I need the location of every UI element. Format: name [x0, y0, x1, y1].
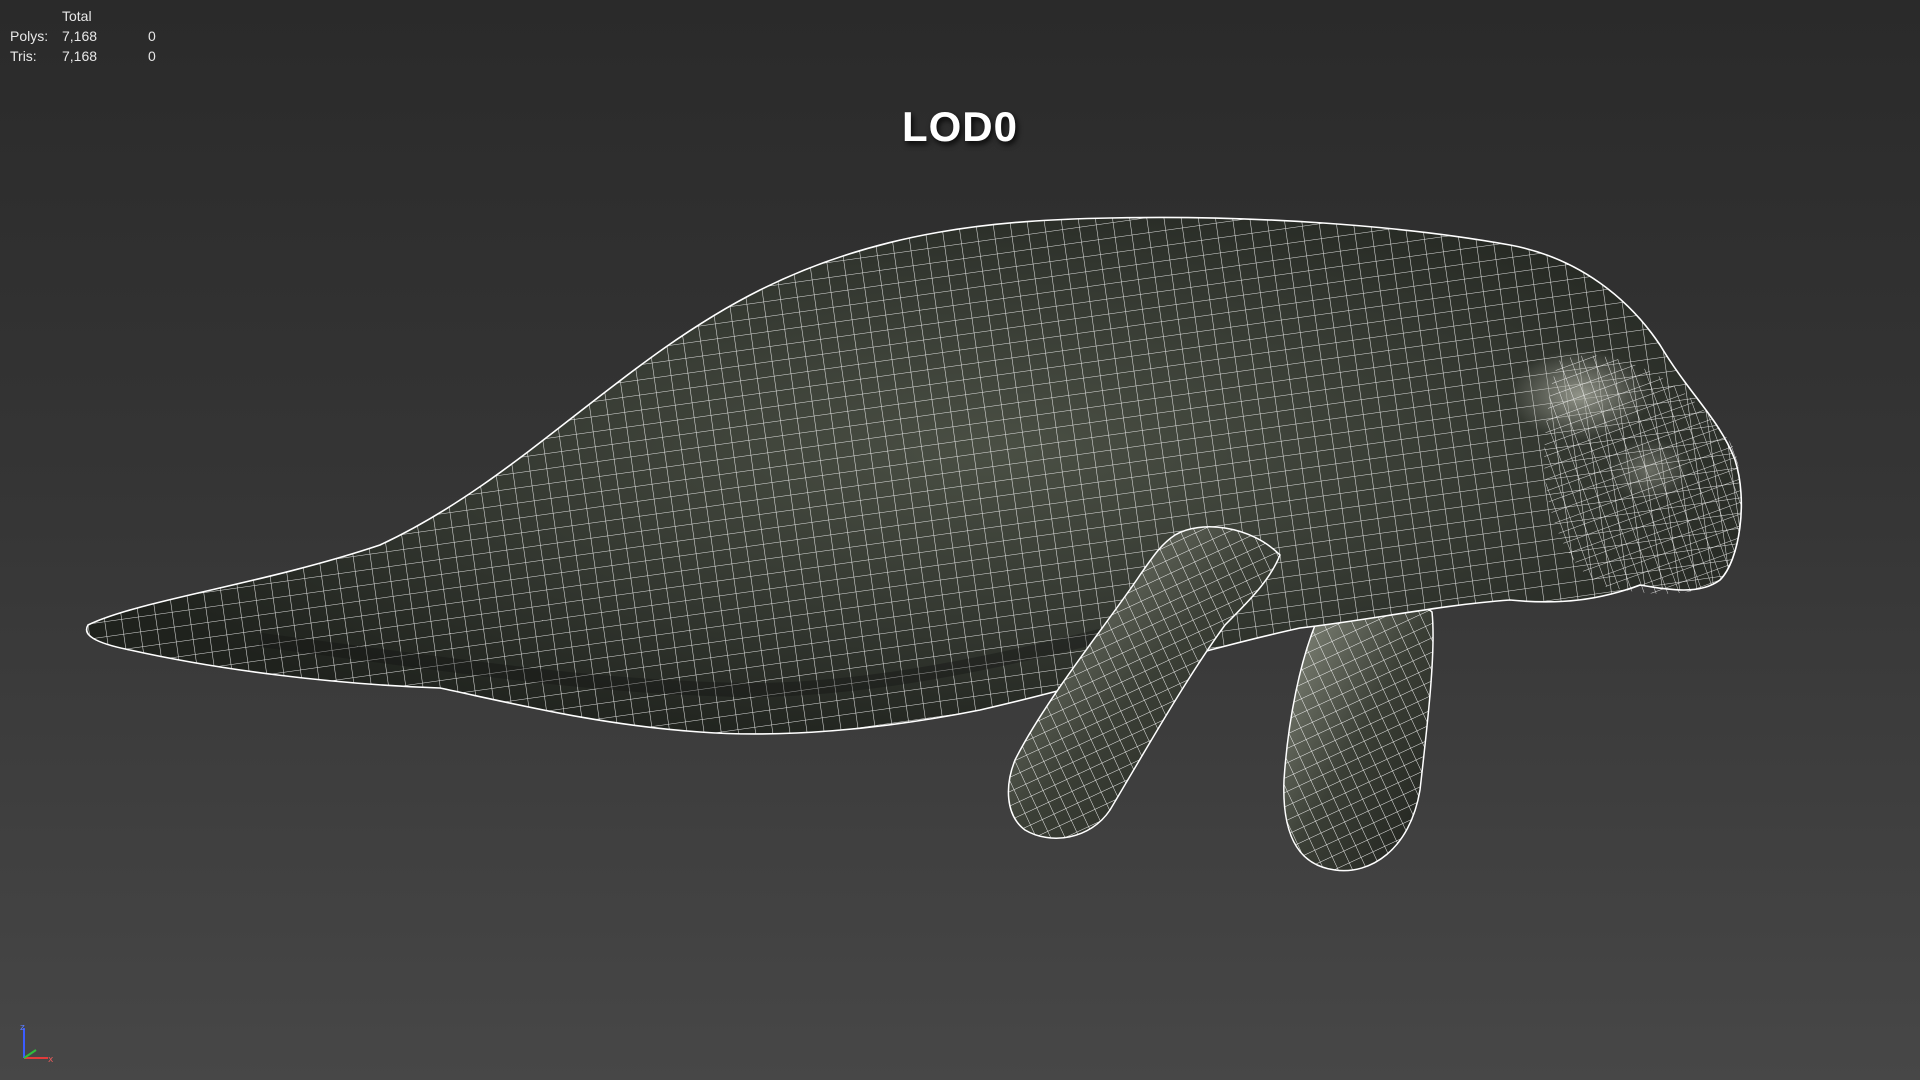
axis-x-label: x — [48, 1055, 54, 1064]
manatee-body — [85, 216, 1743, 735]
manatee-wireframe-icon[interactable] — [0, 0, 1920, 1080]
axis-gizmo-icon: z x — [20, 1023, 54, 1064]
rear-flipper — [1283, 604, 1434, 872]
axis-z-label: z — [20, 1023, 25, 1033]
